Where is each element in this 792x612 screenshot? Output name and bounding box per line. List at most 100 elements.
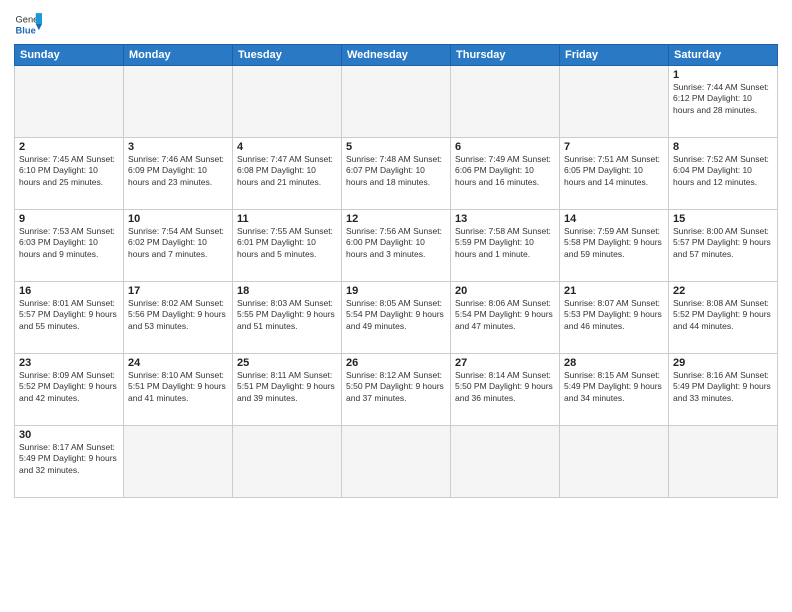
calendar-day-cell: 22Sunrise: 8:08 AM Sunset: 5:52 PM Dayli… — [669, 282, 778, 354]
day-info: Sunrise: 7:45 AM Sunset: 6:10 PM Dayligh… — [19, 154, 119, 188]
calendar-day-cell: 5Sunrise: 7:48 AM Sunset: 6:07 PM Daylig… — [342, 138, 451, 210]
day-number: 18 — [237, 285, 337, 297]
day-info: Sunrise: 8:11 AM Sunset: 5:51 PM Dayligh… — [237, 370, 337, 404]
day-info: Sunrise: 8:05 AM Sunset: 5:54 PM Dayligh… — [346, 298, 446, 332]
calendar-day-cell: 1Sunrise: 7:44 AM Sunset: 6:12 PM Daylig… — [669, 66, 778, 138]
day-number: 30 — [19, 429, 119, 441]
day-info: Sunrise: 7:52 AM Sunset: 6:04 PM Dayligh… — [673, 154, 773, 188]
day-info: Sunrise: 8:17 AM Sunset: 5:49 PM Dayligh… — [19, 442, 119, 476]
calendar-day-cell: 18Sunrise: 8:03 AM Sunset: 5:55 PM Dayli… — [233, 282, 342, 354]
day-info: Sunrise: 8:09 AM Sunset: 5:52 PM Dayligh… — [19, 370, 119, 404]
calendar-day-cell — [15, 66, 124, 138]
calendar-day-cell: 14Sunrise: 7:59 AM Sunset: 5:58 PM Dayli… — [560, 210, 669, 282]
day-number: 20 — [455, 285, 555, 297]
calendar-day-cell — [451, 426, 560, 498]
day-number: 12 — [346, 213, 446, 225]
day-number: 4 — [237, 141, 337, 153]
calendar-week-row: 16Sunrise: 8:01 AM Sunset: 5:57 PM Dayli… — [15, 282, 778, 354]
calendar-day-cell: 12Sunrise: 7:56 AM Sunset: 6:00 PM Dayli… — [342, 210, 451, 282]
weekday-header-monday: Monday — [124, 45, 233, 66]
day-info: Sunrise: 8:07 AM Sunset: 5:53 PM Dayligh… — [564, 298, 664, 332]
calendar-day-cell: 13Sunrise: 7:58 AM Sunset: 5:59 PM Dayli… — [451, 210, 560, 282]
weekday-header-thursday: Thursday — [451, 45, 560, 66]
day-number: 19 — [346, 285, 446, 297]
svg-text:Blue: Blue — [16, 25, 36, 35]
calendar-day-cell: 23Sunrise: 8:09 AM Sunset: 5:52 PM Dayli… — [15, 354, 124, 426]
calendar-week-row: 23Sunrise: 8:09 AM Sunset: 5:52 PM Dayli… — [15, 354, 778, 426]
calendar-day-cell: 7Sunrise: 7:51 AM Sunset: 6:05 PM Daylig… — [560, 138, 669, 210]
day-info: Sunrise: 8:15 AM Sunset: 5:49 PM Dayligh… — [564, 370, 664, 404]
day-number: 28 — [564, 357, 664, 369]
weekday-header-row: SundayMondayTuesdayWednesdayThursdayFrid… — [15, 45, 778, 66]
day-number: 3 — [128, 141, 228, 153]
day-number: 1 — [673, 69, 773, 81]
calendar-day-cell: 4Sunrise: 7:47 AM Sunset: 6:08 PM Daylig… — [233, 138, 342, 210]
day-info: Sunrise: 8:00 AM Sunset: 5:57 PM Dayligh… — [673, 226, 773, 260]
calendar-day-cell — [124, 426, 233, 498]
calendar-day-cell: 15Sunrise: 8:00 AM Sunset: 5:57 PM Dayli… — [669, 210, 778, 282]
calendar-day-cell: 11Sunrise: 7:55 AM Sunset: 6:01 PM Dayli… — [233, 210, 342, 282]
day-info: Sunrise: 8:16 AM Sunset: 5:49 PM Dayligh… — [673, 370, 773, 404]
day-info: Sunrise: 7:58 AM Sunset: 5:59 PM Dayligh… — [455, 226, 555, 260]
calendar-day-cell — [451, 66, 560, 138]
day-number: 6 — [455, 141, 555, 153]
day-info: Sunrise: 8:02 AM Sunset: 5:56 PM Dayligh… — [128, 298, 228, 332]
day-number: 7 — [564, 141, 664, 153]
calendar-day-cell: 3Sunrise: 7:46 AM Sunset: 6:09 PM Daylig… — [124, 138, 233, 210]
day-number: 11 — [237, 213, 337, 225]
day-number: 8 — [673, 141, 773, 153]
day-info: Sunrise: 8:03 AM Sunset: 5:55 PM Dayligh… — [237, 298, 337, 332]
calendar-day-cell — [124, 66, 233, 138]
day-number: 5 — [346, 141, 446, 153]
calendar-page: General Blue SundayMondayTuesdayWednesda… — [0, 0, 792, 612]
calendar-day-cell: 21Sunrise: 8:07 AM Sunset: 5:53 PM Dayli… — [560, 282, 669, 354]
day-number: 21 — [564, 285, 664, 297]
day-number: 10 — [128, 213, 228, 225]
calendar-week-row: 9Sunrise: 7:53 AM Sunset: 6:03 PM Daylig… — [15, 210, 778, 282]
day-number: 9 — [19, 213, 119, 225]
day-info: Sunrise: 8:14 AM Sunset: 5:50 PM Dayligh… — [455, 370, 555, 404]
calendar-day-cell: 26Sunrise: 8:12 AM Sunset: 5:50 PM Dayli… — [342, 354, 451, 426]
calendar-week-row: 1Sunrise: 7:44 AM Sunset: 6:12 PM Daylig… — [15, 66, 778, 138]
calendar-day-cell: 27Sunrise: 8:14 AM Sunset: 5:50 PM Dayli… — [451, 354, 560, 426]
weekday-header-friday: Friday — [560, 45, 669, 66]
day-info: Sunrise: 7:46 AM Sunset: 6:09 PM Dayligh… — [128, 154, 228, 188]
calendar-day-cell: 10Sunrise: 7:54 AM Sunset: 6:02 PM Dayli… — [124, 210, 233, 282]
day-info: Sunrise: 8:12 AM Sunset: 5:50 PM Dayligh… — [346, 370, 446, 404]
calendar-day-cell: 2Sunrise: 7:45 AM Sunset: 6:10 PM Daylig… — [15, 138, 124, 210]
calendar-day-cell: 8Sunrise: 7:52 AM Sunset: 6:04 PM Daylig… — [669, 138, 778, 210]
calendar-week-row: 2Sunrise: 7:45 AM Sunset: 6:10 PM Daylig… — [15, 138, 778, 210]
day-info: Sunrise: 8:10 AM Sunset: 5:51 PM Dayligh… — [128, 370, 228, 404]
day-number: 29 — [673, 357, 773, 369]
day-number: 16 — [19, 285, 119, 297]
day-number: 14 — [564, 213, 664, 225]
day-info: Sunrise: 7:55 AM Sunset: 6:01 PM Dayligh… — [237, 226, 337, 260]
calendar-day-cell — [560, 66, 669, 138]
calendar-day-cell: 17Sunrise: 8:02 AM Sunset: 5:56 PM Dayli… — [124, 282, 233, 354]
calendar-day-cell: 16Sunrise: 8:01 AM Sunset: 5:57 PM Dayli… — [15, 282, 124, 354]
day-info: Sunrise: 8:08 AM Sunset: 5:52 PM Dayligh… — [673, 298, 773, 332]
calendar-day-cell — [560, 426, 669, 498]
calendar-day-cell: 20Sunrise: 8:06 AM Sunset: 5:54 PM Dayli… — [451, 282, 560, 354]
weekday-header-saturday: Saturday — [669, 45, 778, 66]
day-info: Sunrise: 7:51 AM Sunset: 6:05 PM Dayligh… — [564, 154, 664, 188]
day-info: Sunrise: 7:53 AM Sunset: 6:03 PM Dayligh… — [19, 226, 119, 260]
day-number: 2 — [19, 141, 119, 153]
calendar-day-cell: 9Sunrise: 7:53 AM Sunset: 6:03 PM Daylig… — [15, 210, 124, 282]
day-info: Sunrise: 7:49 AM Sunset: 6:06 PM Dayligh… — [455, 154, 555, 188]
calendar-day-cell — [233, 426, 342, 498]
calendar-day-cell: 25Sunrise: 8:11 AM Sunset: 5:51 PM Dayli… — [233, 354, 342, 426]
day-number: 15 — [673, 213, 773, 225]
day-info: Sunrise: 7:47 AM Sunset: 6:08 PM Dayligh… — [237, 154, 337, 188]
day-info: Sunrise: 8:06 AM Sunset: 5:54 PM Dayligh… — [455, 298, 555, 332]
calendar-day-cell: 28Sunrise: 8:15 AM Sunset: 5:49 PM Dayli… — [560, 354, 669, 426]
day-info: Sunrise: 7:54 AM Sunset: 6:02 PM Dayligh… — [128, 226, 228, 260]
calendar-day-cell: 24Sunrise: 8:10 AM Sunset: 5:51 PM Dayli… — [124, 354, 233, 426]
calendar-day-cell — [342, 426, 451, 498]
header: General Blue — [14, 10, 778, 38]
day-info: Sunrise: 7:59 AM Sunset: 5:58 PM Dayligh… — [564, 226, 664, 260]
day-number: 17 — [128, 285, 228, 297]
day-info: Sunrise: 7:44 AM Sunset: 6:12 PM Dayligh… — [673, 82, 773, 116]
calendar-day-cell: 6Sunrise: 7:49 AM Sunset: 6:06 PM Daylig… — [451, 138, 560, 210]
day-number: 25 — [237, 357, 337, 369]
